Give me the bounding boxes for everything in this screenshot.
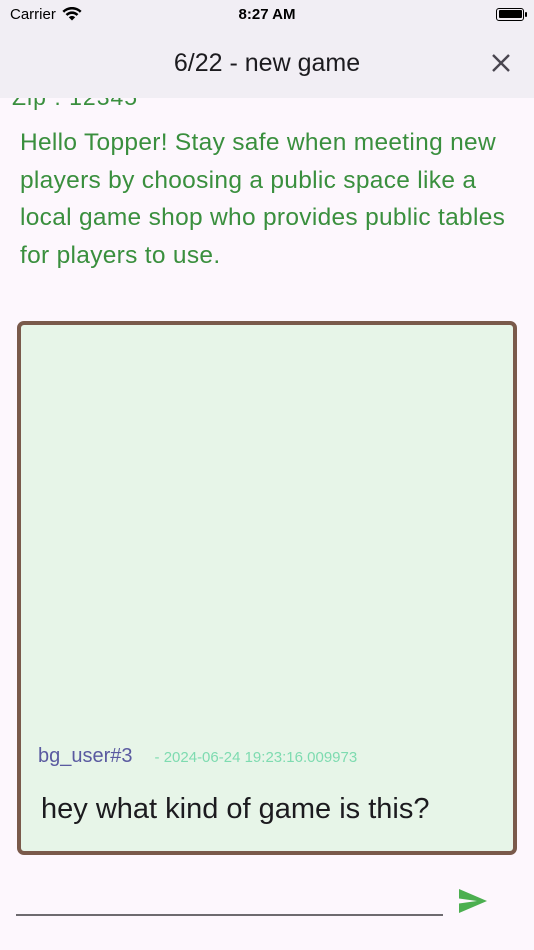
message-timestamp: - 2024-06-24 19:23:16.009973 <box>154 749 358 766</box>
message-meta: bg_user#3 - 2024-06-24 19:23:16.009973 <box>38 745 357 768</box>
status-left: Carrier <box>10 6 82 23</box>
chat-box[interactable]: bg_user#3 - 2024-06-24 19:23:16.009973 h… <box>17 321 517 855</box>
zip-line: Zip : 12345 <box>12 98 212 112</box>
wifi-icon <box>62 7 82 21</box>
message-text: hey what kind of game is this? <box>41 793 430 825</box>
battery-fill <box>498 10 522 18</box>
send-button[interactable] <box>458 888 490 916</box>
battery-icon <box>496 7 527 21</box>
message-username: bg_user#3 <box>38 745 133 767</box>
carrier-label: Carrier <box>10 5 56 23</box>
status-bar: Carrier 8:27 AM <box>0 0 534 28</box>
close-icon <box>492 54 510 72</box>
send-icon <box>459 889 487 913</box>
message-input[interactable] <box>16 880 443 912</box>
close-button[interactable] <box>486 48 516 78</box>
page-title: 6/22 - new game <box>173 48 361 77</box>
zip-label: Zip : 12345 <box>12 98 138 111</box>
app-header: 6/22 - new game <box>0 28 534 98</box>
safety-message: Hello Topper! Stay safe when meeting new… <box>20 129 506 269</box>
input-underline <box>16 914 443 916</box>
